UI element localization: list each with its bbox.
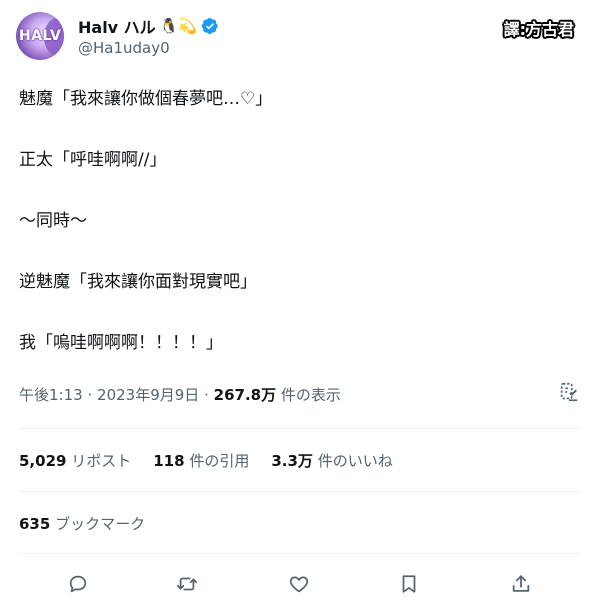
like-button[interactable] <box>285 570 313 598</box>
heart-icon <box>289 576 309 593</box>
likes-count: 3.3万 <box>271 452 313 470</box>
tweet-line: 逆魅魔「我來讓你面對現實吧」 <box>19 272 257 292</box>
reply-button[interactable] <box>64 570 92 598</box>
repost-icon <box>176 577 198 591</box>
share-button[interactable] <box>507 570 535 598</box>
engagement-stats: 5,029 リポスト 118 件の引用 3.3万 件のいいね <box>19 450 393 471</box>
action-bar <box>19 565 579 603</box>
tweet-header: HALV Halv ハル 🐧💫 @Ha1uday0 譯:方古君 <box>16 12 582 62</box>
views-count: 267.8万 <box>213 386 277 404</box>
emoji-badges: 🐧💫 <box>159 17 198 35</box>
reply-icon <box>69 575 87 593</box>
retweets-stat[interactable]: 5,029 リポスト <box>19 450 131 471</box>
divider <box>19 491 579 492</box>
tweet-time[interactable]: 午後1:13 <box>19 386 83 404</box>
share-icon <box>512 575 530 592</box>
likes-stat[interactable]: 3.3万 件のいいね <box>271 450 392 471</box>
tweet-line: 我「嗚哇啊啊啊！！！！」 <box>19 333 223 353</box>
quotes-count: 118 <box>153 452 185 470</box>
user-handle[interactable]: @Ha1uday0 <box>78 39 170 57</box>
display-name[interactable]: Halv ハル <box>78 14 156 38</box>
analytics-icon[interactable] <box>558 381 580 403</box>
avatar[interactable]: HALV <box>16 12 64 60</box>
likes-label: 件のいいね <box>317 452 393 470</box>
tweet-meta: 午後1:13 · 2023年9月9日 · 267.8万 件の表示 <box>19 384 341 405</box>
avatar-text: HALV <box>19 28 62 44</box>
bookmark-icon <box>402 575 416 593</box>
tweet-line: 〜同時〜 <box>19 211 87 231</box>
name-row: Halv ハル 🐧💫 <box>78 14 219 38</box>
bookmarks-count: 635 <box>19 515 51 533</box>
divider <box>19 428 579 429</box>
tweet-text: 魅魔「我來讓你做個春夢吧…♡」 正太「呼哇啊啊//」 〜同時〜 逆魅魔「我來讓你… <box>19 86 579 356</box>
repost-button[interactable] <box>173 570 201 598</box>
tweet-line: 正太「呼哇啊啊//」 <box>19 150 167 170</box>
tweet-line: 魅魔「我來讓你做個春夢吧…♡」 <box>19 89 273 109</box>
retweets-label: リポスト <box>71 452 132 470</box>
verified-badge-icon[interactable] <box>201 17 219 35</box>
tweet-date[interactable]: 2023年9月9日 <box>97 386 199 404</box>
meta-separator: · <box>87 386 93 404</box>
quotes-label: 件の引用 <box>189 452 250 470</box>
views-label: 件の表示 <box>280 386 341 404</box>
bookmarks-stat[interactable]: 635 ブックマーク <box>19 513 145 534</box>
divider <box>19 553 579 554</box>
retweets-count: 5,029 <box>19 452 67 470</box>
translator-watermark: 譯:方古君 <box>503 20 574 39</box>
meta-separator: · <box>204 386 209 404</box>
bookmark-button[interactable] <box>395 570 423 598</box>
bookmarks-label: ブックマーク <box>55 515 146 533</box>
quotes-stat[interactable]: 118 件の引用 <box>153 450 249 471</box>
